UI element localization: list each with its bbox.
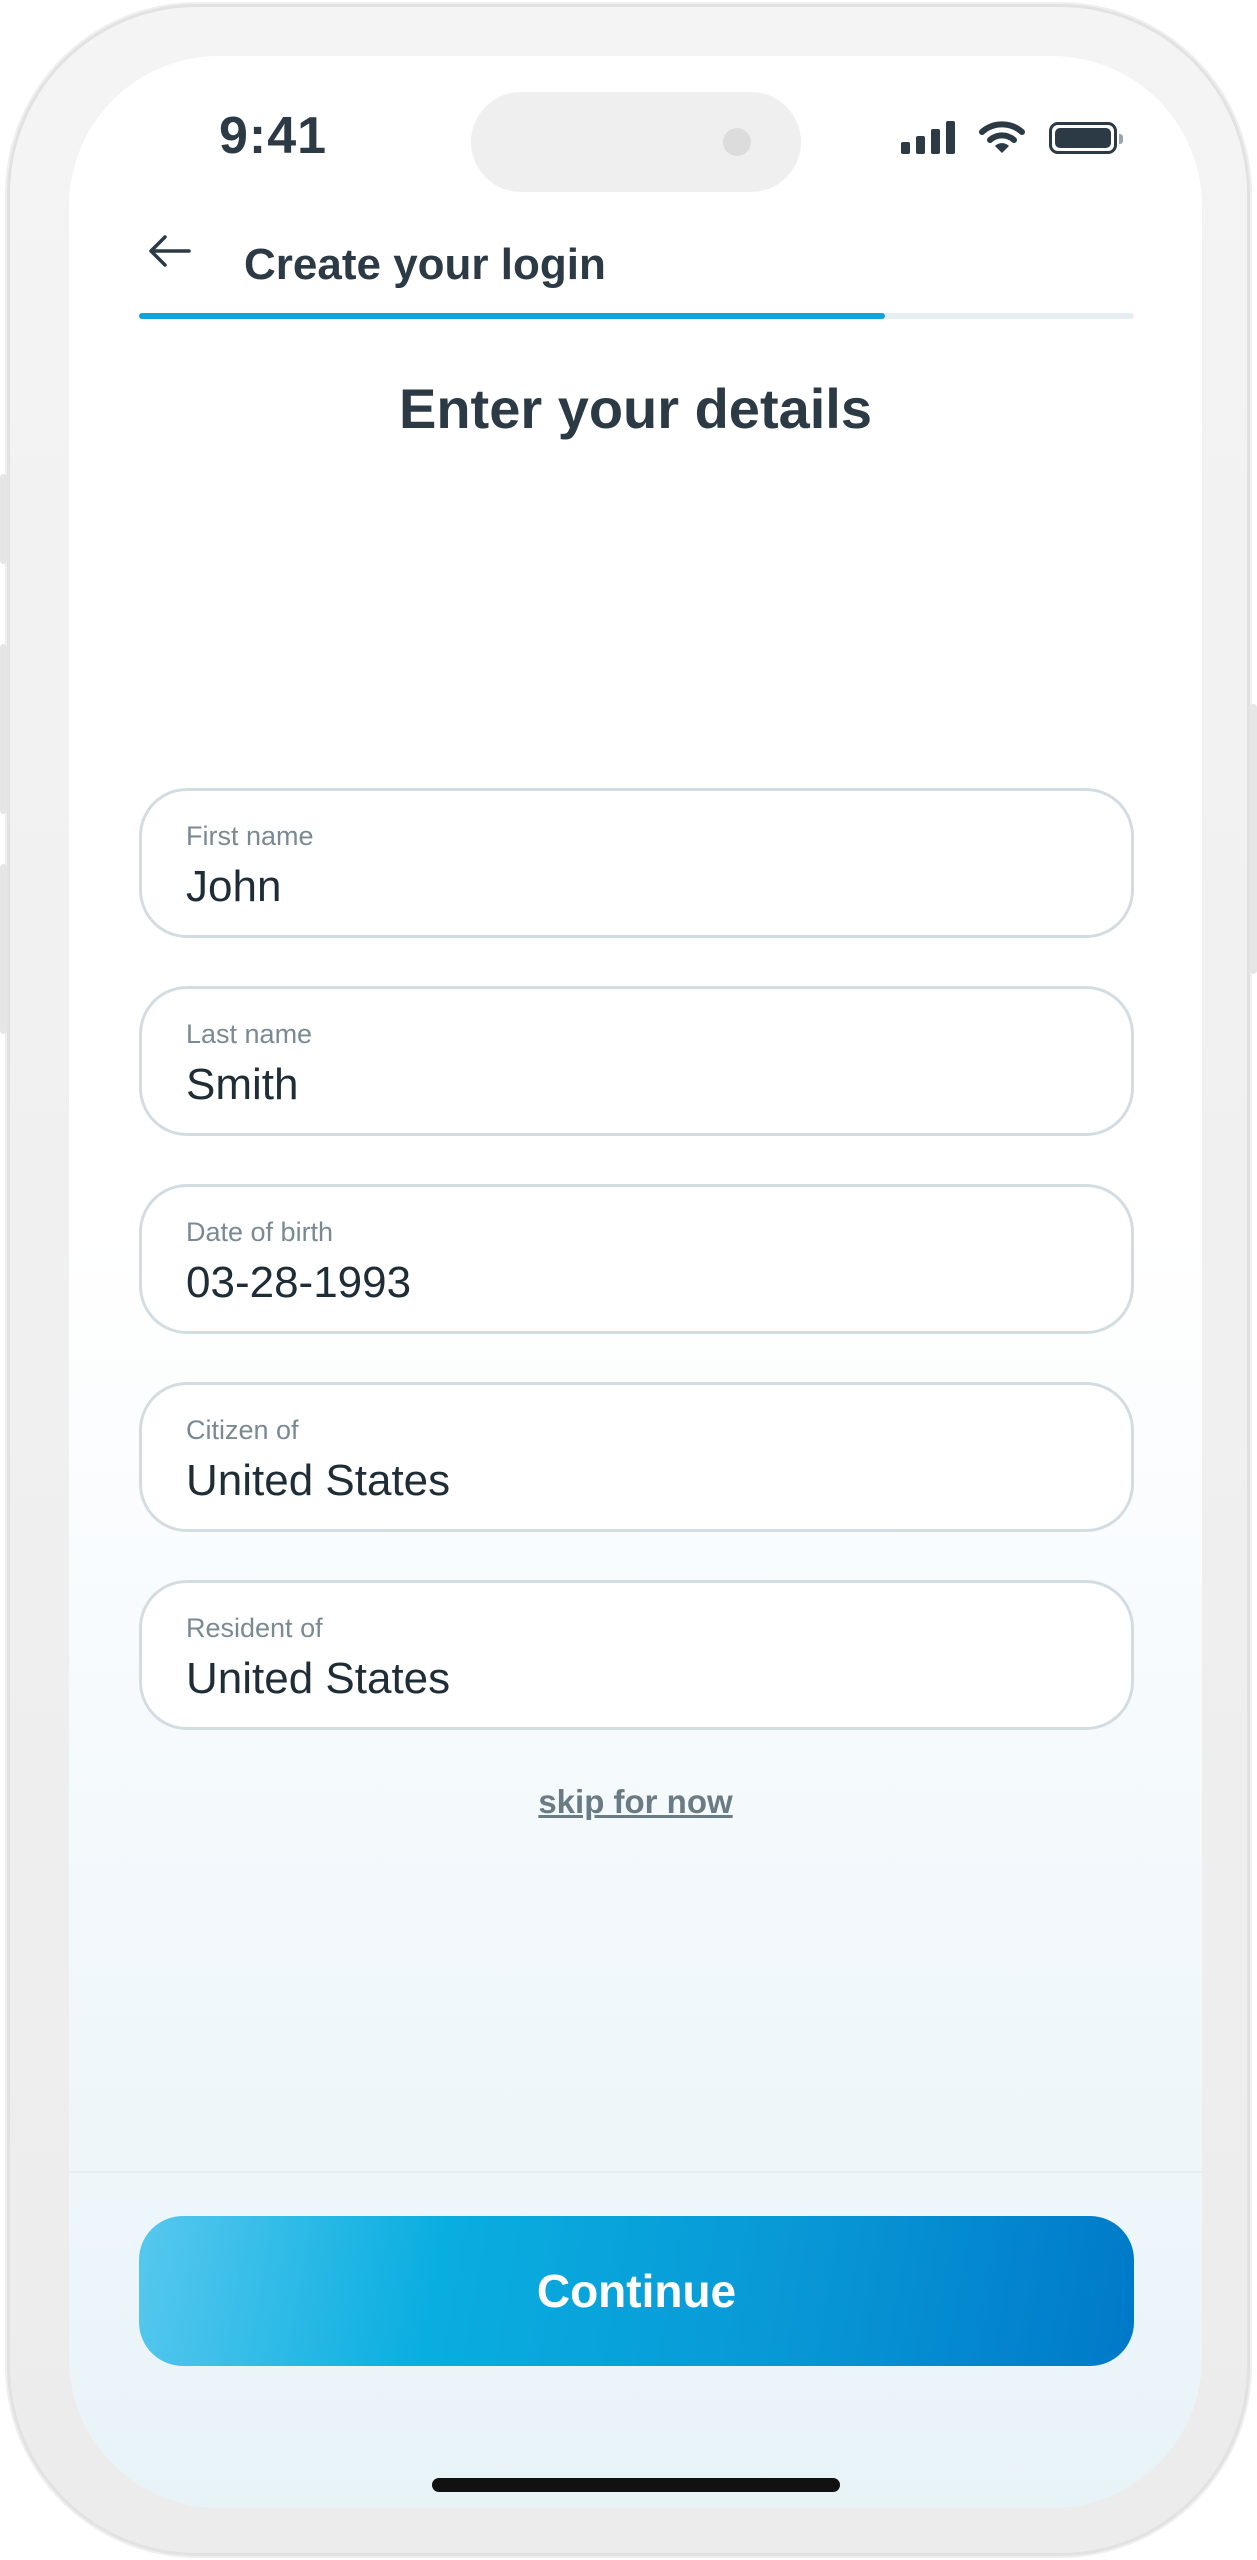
last-name-value: Smith xyxy=(186,1060,299,1109)
resident-of-label: Resident of xyxy=(186,1613,323,1643)
first-name-label: First name xyxy=(186,821,314,851)
dynamic-island xyxy=(471,92,801,192)
page-heading: Enter your details xyxy=(398,377,873,440)
progress-bar-fill xyxy=(139,313,886,319)
back-button[interactable] xyxy=(129,211,209,291)
signal-icon xyxy=(901,120,955,154)
side-button-volume-down xyxy=(0,864,7,1034)
date-of-birth-label: Date of birth xyxy=(186,1217,334,1247)
side-button-power xyxy=(1250,704,1257,974)
side-button-volume-up xyxy=(0,644,7,814)
skip-for-now-link[interactable]: skip for now xyxy=(69,1783,1202,1821)
arrow-left-icon xyxy=(149,235,191,267)
footer-divider xyxy=(69,2171,1202,2173)
camera-dot xyxy=(723,128,751,156)
citizen-of-value: United States xyxy=(186,1456,451,1505)
battery-icon xyxy=(1049,122,1123,154)
first-name-field[interactable]: First name John xyxy=(139,788,1134,938)
phone-frame: 9:41 Create your login Enter your detail… xyxy=(0,4,1257,2556)
screen: 9:41 Create your login Enter your detail… xyxy=(69,56,1202,2508)
continue-button[interactable]: Continue xyxy=(139,2216,1134,2366)
date-of-birth-field[interactable]: Date of birth 03-28-1993 xyxy=(139,1184,1134,1334)
status-time: 9:41 xyxy=(219,107,328,165)
wifi-icon xyxy=(979,121,1025,153)
home-indicator xyxy=(432,2478,840,2492)
last-name-field[interactable]: Last name Smith xyxy=(139,986,1134,1136)
progress-bar xyxy=(139,313,1134,319)
first-name-value: John xyxy=(186,862,282,911)
date-of-birth-value: 03-28-1993 xyxy=(186,1258,412,1307)
last-name-label: Last name xyxy=(186,1019,313,1049)
resident-of-field[interactable]: Resident of United States xyxy=(139,1580,1134,1730)
header-title: Create your login xyxy=(244,240,606,289)
resident-of-value: United States xyxy=(186,1654,451,1703)
side-button-mute xyxy=(0,474,7,564)
citizen-of-label: Citizen of xyxy=(186,1415,299,1445)
citizen-of-field[interactable]: Citizen of United States xyxy=(139,1382,1134,1532)
status-icons xyxy=(901,120,1123,154)
